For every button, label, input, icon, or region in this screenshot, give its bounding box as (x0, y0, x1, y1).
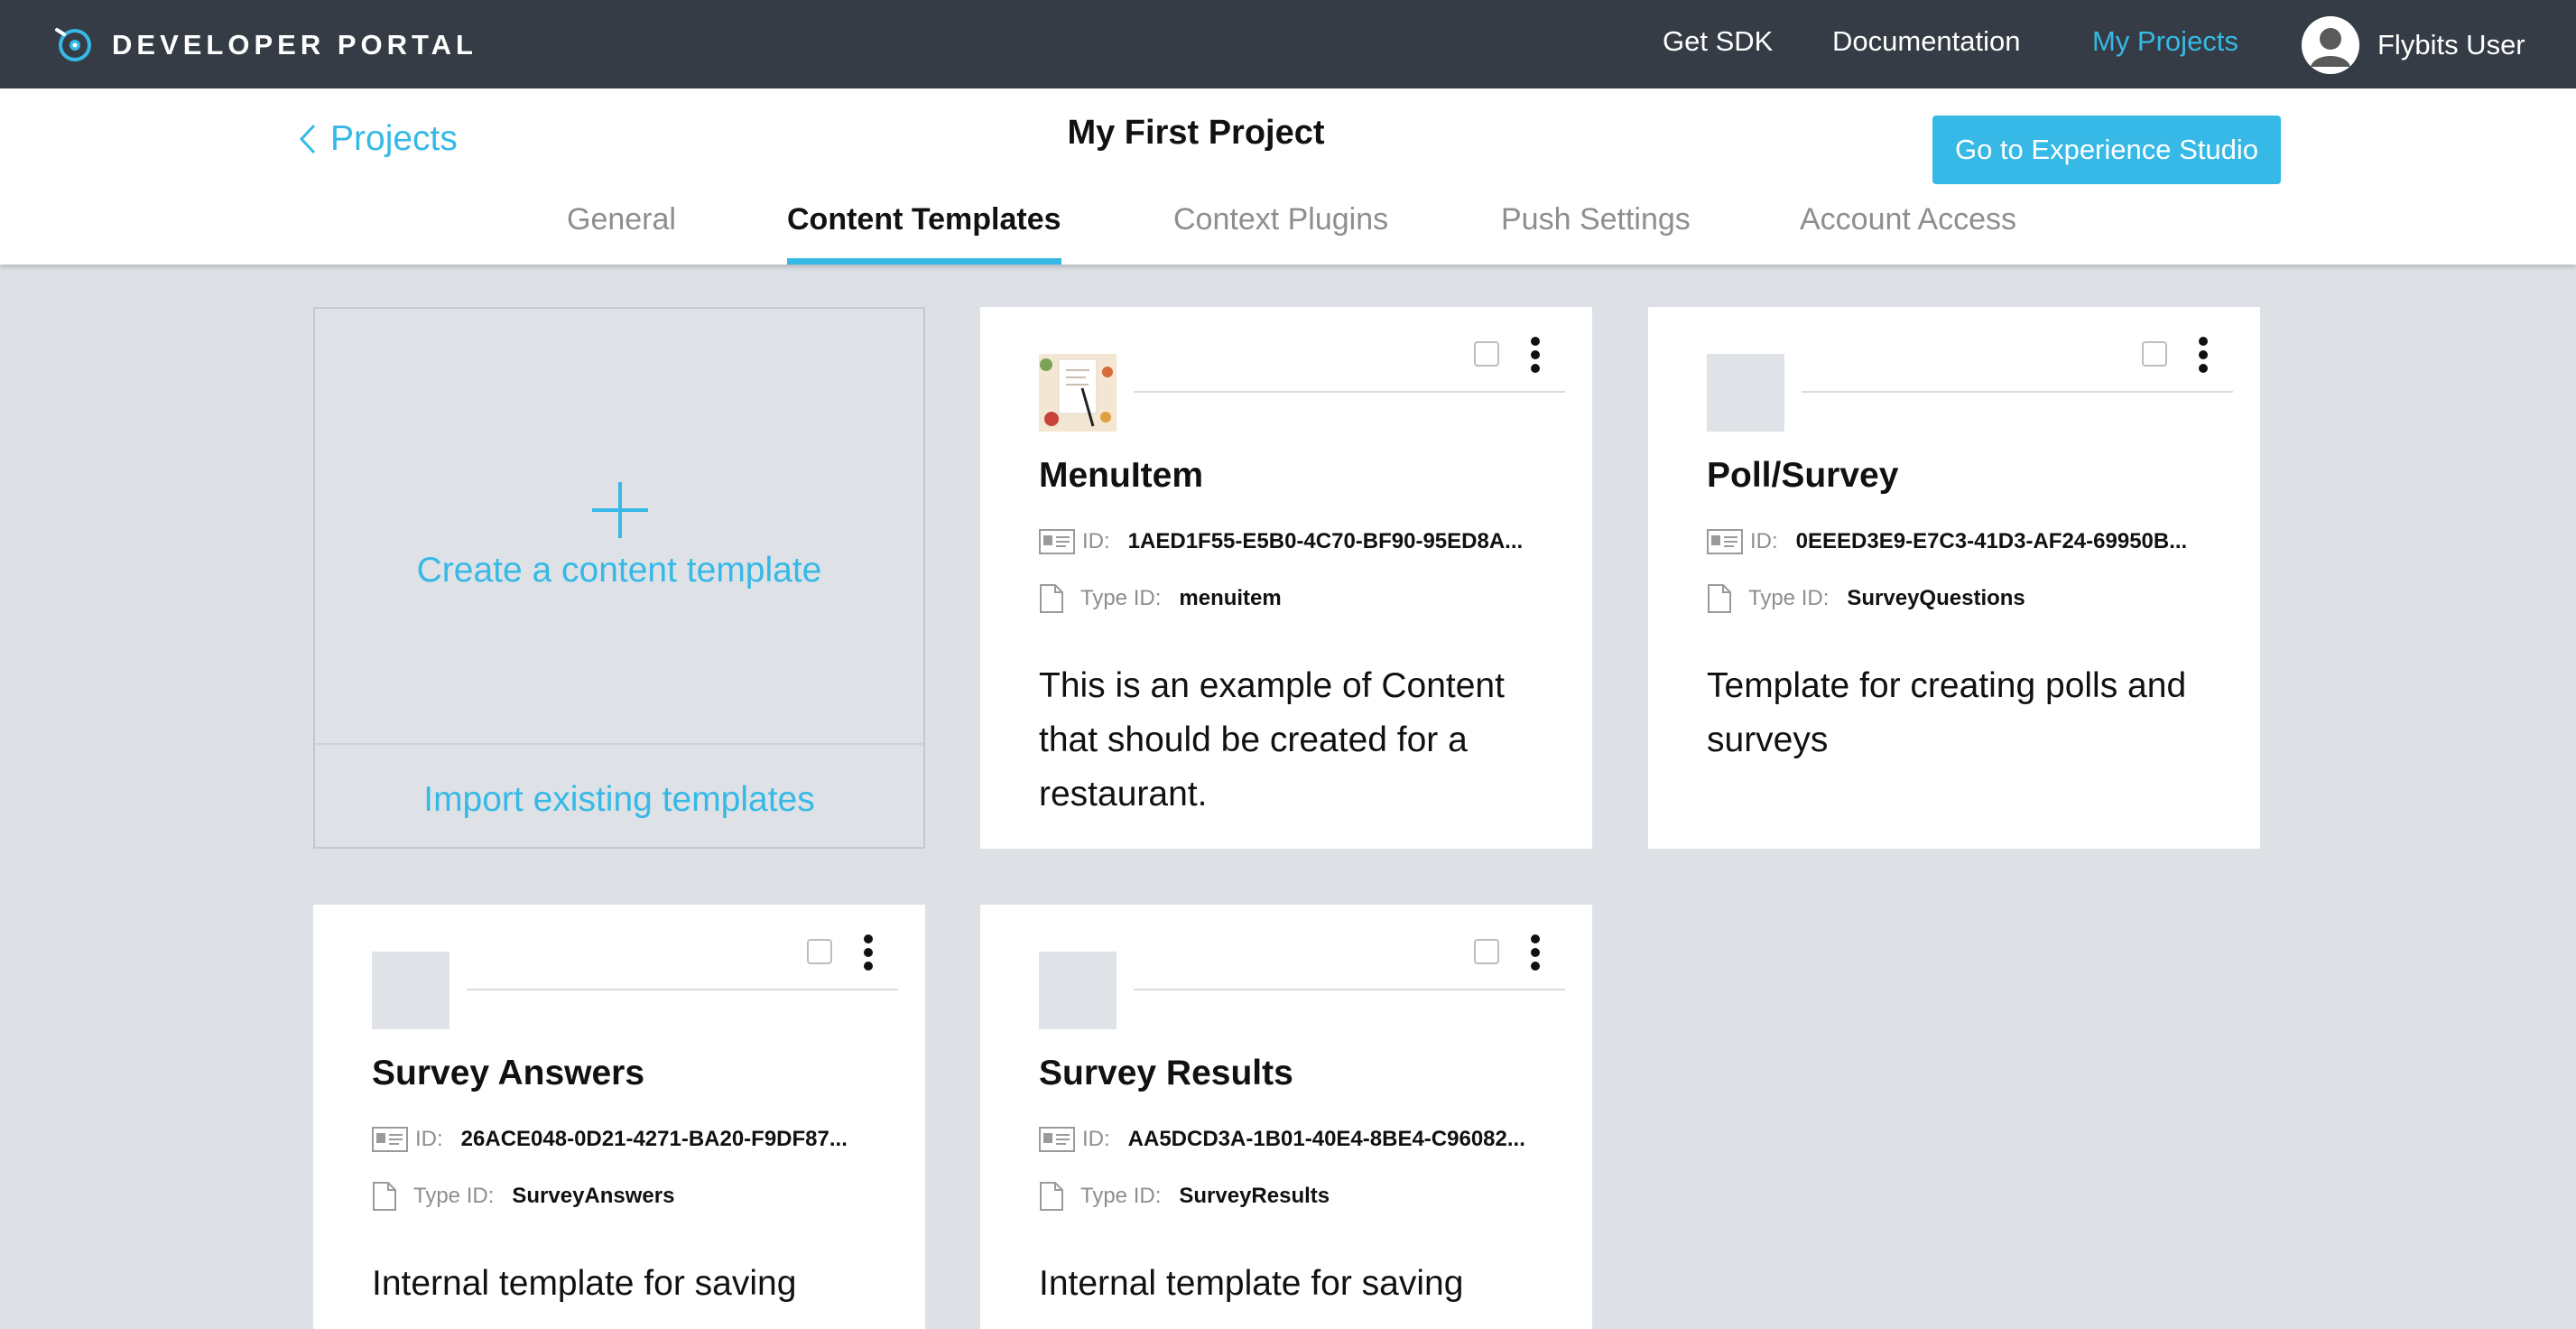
document-icon (373, 1182, 396, 1211)
create-template-card: Create a content template Import existin… (313, 307, 925, 849)
tab-account-access[interactable]: Account Access (1800, 195, 2016, 265)
type-id-label: Type ID: (1080, 586, 1162, 610)
template-id: 26ACE048-0D21-4271-BA20-F9DF87... (460, 1127, 848, 1151)
template-id-row: ID: 0EEED3E9-E7C3-41D3-AF24-69950B... (1707, 529, 2187, 554)
template-thumbnail-placeholder (1039, 952, 1117, 1029)
tab-context-plugins[interactable]: Context Plugins (1173, 195, 1388, 265)
id-card-icon (372, 1127, 408, 1152)
select-checkbox[interactable] (807, 939, 832, 964)
template-thumbnail (1039, 354, 1117, 432)
template-type-row: Type ID: SurveyResults (1039, 1182, 1330, 1211)
tab-push-settings[interactable]: Push Settings (1501, 195, 1691, 265)
document-icon (1040, 1182, 1063, 1211)
template-description: Internal template for saving survey (1039, 1264, 1464, 1329)
plus-icon (592, 482, 648, 538)
id-label: ID: (415, 1127, 443, 1151)
template-id-row: ID: AA5DCD3A-1B01-40E4-8BE4-C96082... (1039, 1127, 1525, 1152)
template-card[interactable]: Poll/Survey ID: 0EEED3E9-E7C3-41D3-AF24-… (1648, 307, 2260, 849)
template-card[interactable]: Survey Results ID: AA5DCD3A-1B01-40E4-8B… (980, 905, 1592, 1329)
document-icon (1040, 584, 1063, 613)
top-navbar: DEVELOPER PORTAL Get SDK Documentation M… (0, 0, 2576, 88)
create-template-label: Create a content template (416, 551, 822, 590)
template-card[interactable]: Survey Answers ID: 26ACE048-0D21-4271-BA… (313, 905, 925, 1329)
document-icon (1708, 584, 1731, 613)
id-card-icon (1039, 1127, 1075, 1152)
template-id-row: ID: 1AED1F55-E5B0-4C70-BF90-95ED8A... (1039, 529, 1523, 554)
id-card-icon (1707, 529, 1743, 554)
nav-get-sdk[interactable]: Get SDK (1663, 25, 1773, 58)
logo-text: DEVELOPER PORTAL (112, 29, 477, 60)
divider (1134, 989, 1565, 990)
template-type-id: menuitem (1179, 586, 1282, 610)
more-options-icon[interactable] (1522, 932, 1549, 973)
more-options-icon[interactable] (2190, 334, 2217, 376)
template-type-row: Type ID: SurveyQuestions (1707, 584, 2025, 613)
divider (1802, 391, 2233, 393)
go-to-experience-studio-button[interactable]: Go to Experience Studio (1932, 116, 2281, 184)
id-label: ID: (1082, 529, 1110, 553)
template-card[interactable]: MenuItem ID: 1AED1F55-E5B0-4C70-BF90-95E… (980, 307, 1592, 849)
template-type-row: Type ID: menuitem (1039, 584, 1282, 613)
template-type-id: SurveyQuestions (1847, 586, 2025, 610)
project-header: Projects My First Project Go to Experien… (0, 88, 2576, 265)
type-id-label: Type ID: (1748, 586, 1830, 610)
divider (1134, 391, 1565, 393)
template-name: MenuItem (1039, 456, 1204, 495)
template-id: 0EEED3E9-E7C3-41D3-AF24-69950B... (1795, 529, 2188, 553)
template-id-row: ID: 26ACE048-0D21-4271-BA20-F9DF87... (372, 1127, 848, 1152)
user-name: Flybits User (2377, 29, 2525, 60)
template-description: Template for creating polls and surveys (1707, 666, 2187, 759)
template-name: Poll/Survey (1707, 456, 1899, 495)
nav-my-projects[interactable]: My Projects (2092, 25, 2238, 58)
template-description: This is an example of Content that shoul… (1039, 666, 1505, 813)
tab-content-templates[interactable]: Content Templates (787, 195, 1061, 265)
flybits-logo-icon (52, 23, 97, 68)
type-id-label: Type ID: (413, 1184, 495, 1208)
user-menu[interactable]: Flybits User (2302, 16, 2525, 74)
divider (467, 989, 898, 990)
template-id: AA5DCD3A-1B01-40E4-8BE4-C96082... (1127, 1127, 1525, 1151)
tab-general[interactable]: General (567, 195, 676, 265)
template-id: 1AED1F55-E5B0-4C70-BF90-95ED8A... (1127, 529, 1524, 553)
create-template-button[interactable]: Create a content template (315, 309, 923, 745)
template-thumbnail-placeholder (1707, 354, 1784, 432)
select-checkbox[interactable] (1474, 939, 1499, 964)
template-thumbnail-placeholder (372, 952, 449, 1029)
template-type-row: Type ID: SurveyAnswers (372, 1182, 674, 1211)
more-options-icon[interactable] (1522, 334, 1549, 376)
logo[interactable]: DEVELOPER PORTAL (52, 22, 477, 69)
template-name: Survey Answers (372, 1054, 645, 1092)
template-name: Survey Results (1039, 1054, 1293, 1092)
id-card-icon (1039, 529, 1075, 554)
select-checkbox[interactable] (1474, 341, 1499, 367)
more-options-icon[interactable] (855, 932, 882, 973)
type-id-label: Type ID: (1080, 1184, 1162, 1208)
project-tabs: General Content Templates Context Plugin… (0, 195, 2576, 265)
template-type-id: SurveyResults (1179, 1184, 1330, 1208)
nav-documentation[interactable]: Documentation (1832, 25, 2021, 58)
import-templates-link[interactable]: Import existing templates (315, 780, 923, 820)
template-description: Internal template for saving survey (372, 1264, 797, 1329)
template-type-id: SurveyAnswers (512, 1184, 675, 1208)
id-label: ID: (1750, 529, 1778, 553)
avatar-icon (2302, 16, 2359, 74)
id-label: ID: (1082, 1127, 1110, 1151)
select-checkbox[interactable] (2142, 341, 2167, 367)
